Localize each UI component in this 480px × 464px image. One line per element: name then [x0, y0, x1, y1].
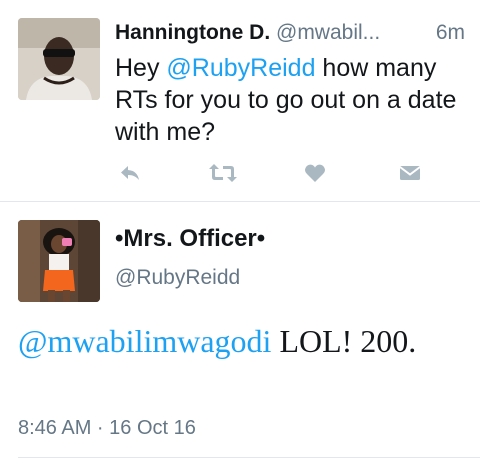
- tweet-header: Hanningtone D. @mwabil... 6m: [115, 20, 465, 46]
- tweet-text-start: Hey: [115, 54, 167, 82]
- avatar[interactable]: [18, 220, 100, 302]
- user-handle[interactable]: @mwabil...: [276, 21, 380, 44]
- relative-time[interactable]: 6m: [436, 20, 465, 46]
- reply-button[interactable]: [115, 158, 145, 188]
- mention-link[interactable]: @mwabilimwagodi: [18, 323, 271, 359]
- tweet-reply[interactable]: Hanningtone D. @mwabil... 6m Hey @RubyRe…: [0, 0, 480, 201]
- avatar[interactable]: [18, 18, 100, 100]
- like-button[interactable]: [300, 158, 330, 188]
- retweet-icon: [209, 164, 237, 182]
- tweet-divider: [0, 201, 480, 202]
- retweet-button[interactable]: [208, 158, 238, 188]
- tweet-timestamp[interactable]: 8:46 AM · 16 Oct 16: [18, 416, 196, 440]
- like-icon: [305, 164, 325, 182]
- reply-icon: [121, 166, 139, 180]
- tweet-divider: [18, 457, 480, 458]
- avatar-photo: [18, 220, 100, 302]
- dm-icon: [399, 166, 421, 180]
- direct-message-button[interactable]: [395, 158, 425, 188]
- display-name[interactable]: •Mrs. Officer•: [115, 224, 265, 254]
- mention-link[interactable]: @RubyReidd: [166, 54, 315, 82]
- display-name[interactable]: Hanningtone D.: [115, 21, 270, 44]
- avatar-photo: [18, 18, 100, 100]
- tweet-text-rest: LOL! 200.: [271, 323, 417, 359]
- tweet-header: •Mrs. Officer• @RubyReidd: [115, 224, 265, 292]
- user-handle[interactable]: @RubyReidd: [115, 264, 265, 292]
- tweet-text: @mwabilimwagodi LOL! 200.: [18, 322, 468, 360]
- tweet-text: Hey @RubyReidd how many RTs for you to g…: [115, 52, 470, 148]
- tweet-actions: [115, 158, 435, 188]
